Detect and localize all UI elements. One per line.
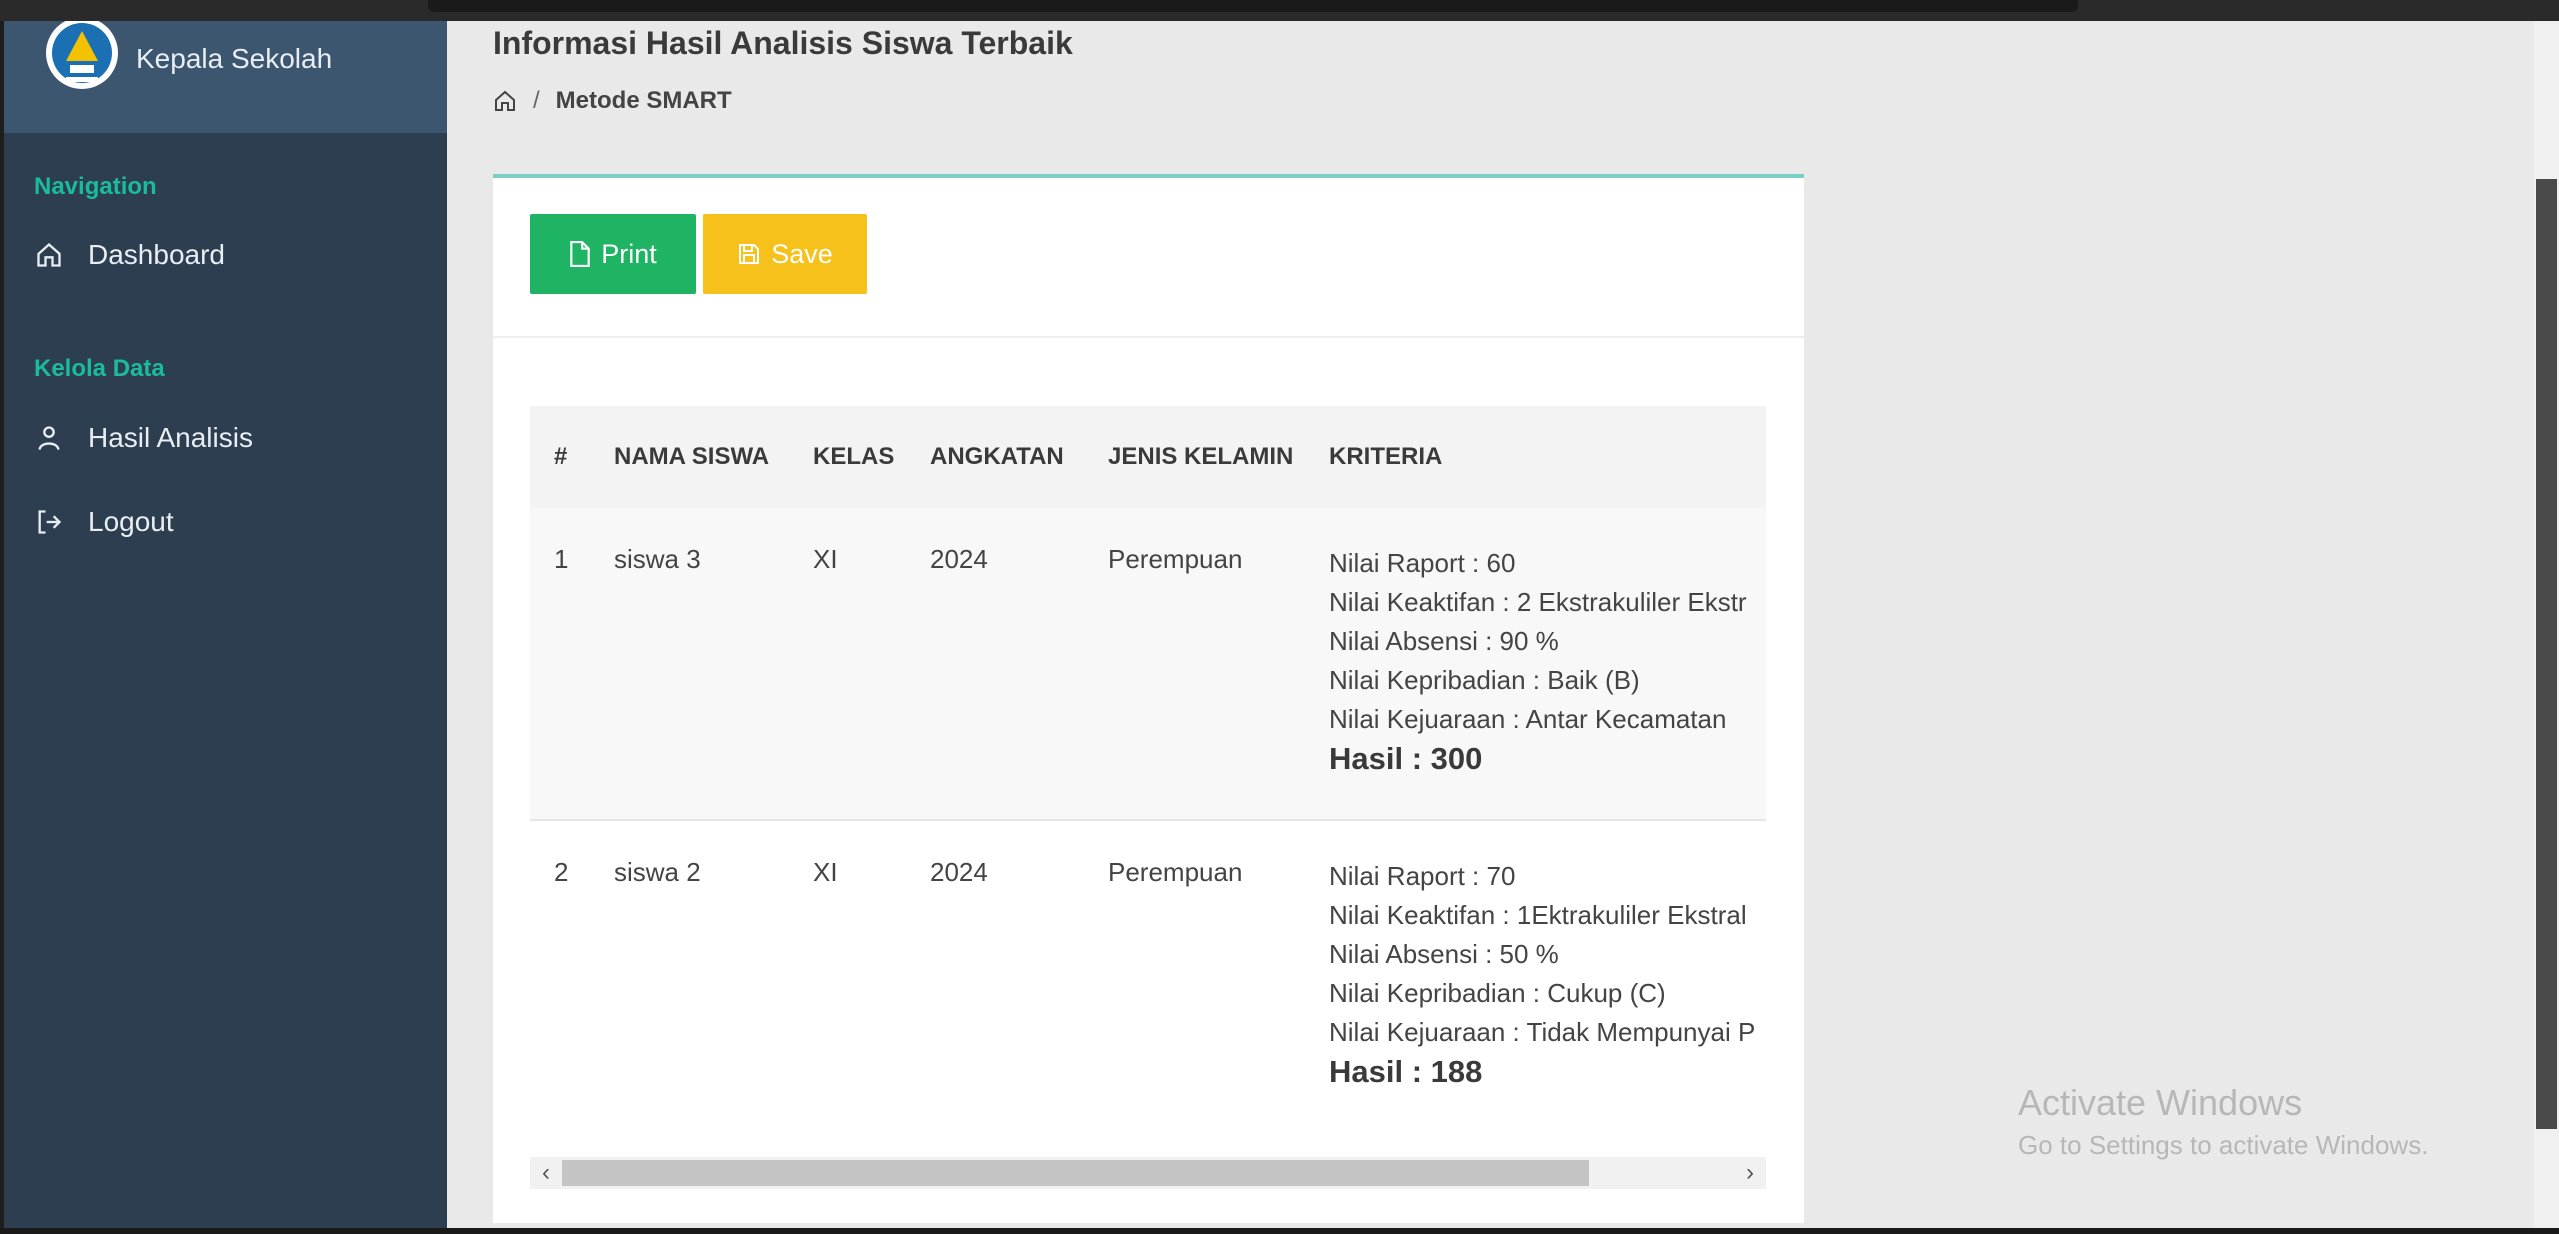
bottom-strip: [0, 1228, 2559, 1234]
sidebar-item-dashboard[interactable]: Dashboard: [34, 231, 225, 279]
home-icon[interactable]: [493, 89, 517, 113]
breadcrumb: / Metode SMART: [493, 87, 732, 115]
cell-jenis-kelamin: Perempuan: [1108, 508, 1329, 820]
kriteria-nilai-absensi: Nilai Absensi : 90 %: [1329, 626, 1559, 656]
scroll-left-arrow-icon[interactable]: ‹: [530, 1157, 562, 1189]
sidebar-item-logout[interactable]: Logout: [34, 498, 174, 546]
cell-angkatan: 2024: [930, 819, 1108, 1132]
home-icon: [34, 240, 64, 270]
sidebar: Kepala Sekolah Navigation Dashboard Kelo…: [4, 21, 447, 1228]
table-row: 2 siswa 2 XI 2024 Perempuan Nilai Raport…: [530, 819, 1766, 1132]
cell-kriteria: Nilai Raport : 60 Nilai Keaktifan : 2 Ek…: [1329, 508, 1766, 820]
table-row: 1 siswa 3 XI 2024 Perempuan Nilai Raport…: [530, 508, 1766, 820]
print-button[interactable]: Print: [530, 214, 696, 294]
kriteria-nilai-raport: Nilai Raport : 70: [1329, 861, 1516, 891]
nav-section-navigation: Navigation: [34, 173, 157, 200]
vertical-scrollbar[interactable]: [2534, 21, 2559, 1228]
scroll-right-arrow-icon[interactable]: ›: [1734, 1157, 1766, 1189]
cell-number: 2: [530, 819, 614, 1132]
user-icon: [34, 423, 64, 453]
scroll-up-arrow-icon[interactable]: [2534, 159, 2559, 177]
column-header-number: #: [530, 406, 614, 508]
column-header-kelas: KELAS: [813, 406, 930, 508]
column-header-angkatan: ANGKATAN: [930, 406, 1108, 508]
cell-number: 1: [530, 508, 614, 820]
save-button-label: Save: [771, 238, 833, 269]
brand-label: Kepala Sekolah: [136, 43, 333, 74]
cell-kelas: XI: [813, 819, 930, 1132]
column-header-kriteria: KRITERIA: [1329, 406, 1766, 508]
breadcrumb-current: Metode SMART: [555, 87, 732, 114]
cell-jenis-kelamin: Perempuan: [1108, 819, 1329, 1132]
logout-icon: [34, 507, 64, 537]
kriteria-nilai-kejuaraan: Nilai Kejuaraan : Antar Kecamatan: [1329, 704, 1727, 734]
horizontal-scrollbar-thumb[interactable]: [562, 1160, 1589, 1186]
kriteria-nilai-kepribadian: Nilai Kepribadian : Baik (B): [1329, 665, 1640, 695]
cell-kriteria: Nilai Raport : 70 Nilai Keaktifan : 1Ekt…: [1329, 819, 1766, 1132]
column-header-nama-siswa: NAMA SISWA: [614, 406, 813, 508]
cell-angkatan: 2024: [930, 508, 1108, 820]
hasil-score: Hasil : 300: [1329, 741, 1483, 776]
kriteria-nilai-kejuaraan: Nilai Kejuaraan : Tidak Mempunyai P: [1329, 1017, 1756, 1047]
watermark-subtitle: Go to Settings to activate Windows.: [2018, 1130, 2429, 1160]
school-logo-icon: [46, 21, 118, 89]
breadcrumb-separator: /: [533, 87, 540, 114]
cell-nama-siswa: siswa 2: [614, 819, 813, 1132]
sidebar-header: Kepala Sekolah: [4, 21, 447, 133]
hasil-score: Hasil : 188: [1329, 1054, 1483, 1089]
card-toolbar: Print Save: [493, 178, 1804, 338]
kriteria-nilai-keaktifan: Nilai Keaktifan : 2 Ekstrakuliler Ekstr: [1329, 587, 1747, 617]
browser-tab-bar: [428, 0, 2078, 12]
file-icon: [569, 241, 591, 267]
results-table-container[interactable]: # NAMA SISWA KELAS ANGKATAN JENIS KELAMI…: [530, 406, 1766, 1146]
horizontal-scrollbar[interactable]: ‹ ›: [530, 1157, 1766, 1189]
save-button[interactable]: Save: [703, 214, 867, 294]
watermark-title: Activate Windows: [2018, 1082, 2303, 1123]
results-table: # NAMA SISWA KELAS ANGKATAN JENIS KELAMI…: [530, 406, 1766, 1132]
browser-top-strip: [0, 0, 2559, 21]
sidebar-item-label: Hasil Analisis: [88, 422, 253, 453]
kriteria-nilai-absensi: Nilai Absensi : 50 %: [1329, 939, 1559, 969]
results-card: Print Save # NAMA SISWA KELAS ANGKATAN J…: [493, 174, 1804, 1223]
sidebar-item-hasil-analisis[interactable]: Hasil Analisis: [34, 414, 253, 462]
page-title: Informasi Hasil Analisis Siswa Terbaik: [493, 25, 1073, 61]
sidebar-item-label: Dashboard: [88, 239, 225, 270]
kriteria-nilai-raport: Nilai Raport : 60: [1329, 548, 1516, 578]
main-content: Informasi Hasil Analisis Siswa Terbaik /…: [447, 21, 2534, 1228]
column-header-jenis-kelamin: JENIS KELAMIN: [1108, 406, 1329, 508]
cell-nama-siswa: siswa 3: [614, 508, 813, 820]
table-header-row: # NAMA SISWA KELAS ANGKATAN JENIS KELAMI…: [530, 406, 1766, 508]
kriteria-nilai-kepribadian: Nilai Kepribadian : Cukup (C): [1329, 978, 1666, 1008]
vertical-scrollbar-thumb[interactable]: [2536, 179, 2557, 1129]
print-button-label: Print: [601, 238, 657, 269]
cell-kelas: XI: [813, 508, 930, 820]
activate-windows-watermark: Activate Windows Go to Settings to activ…: [2018, 1082, 2428, 1161]
sidebar-item-label: Logout: [88, 506, 174, 537]
floppy-disk-icon: [737, 242, 761, 266]
nav-section-kelola-data: Kelola Data: [34, 355, 165, 382]
kriteria-nilai-keaktifan: Nilai Keaktifan : 1Ektrakuliler Ekstral: [1329, 900, 1747, 930]
